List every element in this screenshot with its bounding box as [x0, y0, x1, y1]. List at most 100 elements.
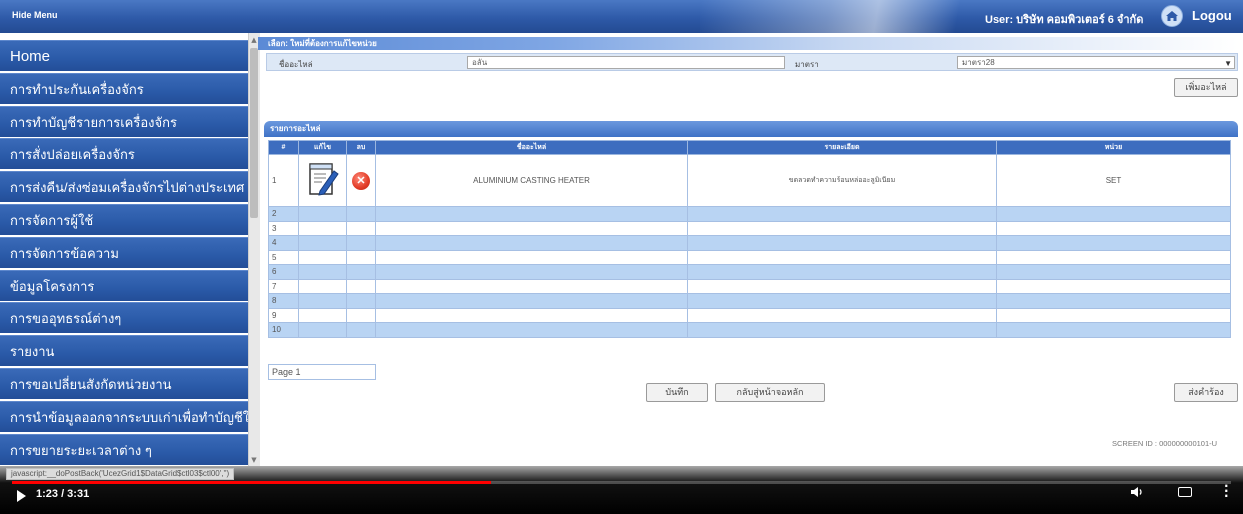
row-name	[375, 307, 688, 323]
play-icon[interactable]	[14, 488, 28, 502]
row-name	[375, 206, 688, 222]
hide-menu-link[interactable]: Hide Menu	[12, 10, 58, 20]
sidebar-item-9[interactable]: รายงาน	[0, 335, 258, 367]
sidebar-item-2[interactable]: การทำบัญชีรายการเครื่องจักร	[0, 105, 258, 137]
sidebar-item-4[interactable]: การส่งคืน/ส่งซ่อมเครื่องจักรไปต่างประเทศ	[0, 171, 258, 203]
table-row: 1 ✕ ALUMINIUM CASTING HEATER ขดลวดทำความร้อ…	[268, 154, 1231, 207]
sidebar-item-6[interactable]: การจัดการข้อความ	[0, 236, 258, 268]
video-progress-fill	[12, 481, 492, 484]
home-icon[interactable]	[1161, 5, 1183, 27]
row-detail	[687, 264, 997, 280]
list-panel-title: รายการอะไหล่	[264, 121, 1238, 137]
table-row: 2	[268, 206, 1231, 222]
sidebar-item-12[interactable]: การขยายระยะเวลาต่าง ๆ	[0, 433, 258, 465]
row-number: 3	[268, 220, 299, 236]
sidebar-scroll-thumb[interactable]	[250, 48, 258, 218]
back-to-main-button[interactable]: กลับสู่หน้าจอหลัก	[715, 383, 825, 402]
sidebar-item-0[interactable]: Home	[0, 40, 258, 71]
row-edit-cell	[298, 307, 347, 323]
table-row: 3	[268, 220, 1231, 236]
table-row: 5	[268, 249, 1231, 265]
col-header-detail[interactable]: รายละเอียด	[687, 140, 997, 155]
row-edit-cell	[298, 278, 347, 294]
row-number: 7	[268, 278, 299, 294]
pager[interactable]: Page 1	[268, 364, 376, 380]
screen-id: SCREEN ID : 000000000101-U	[1112, 439, 1218, 448]
chevron-down-icon: ▼	[1224, 59, 1232, 68]
name-label: ชื่ออะไหล่	[279, 60, 313, 69]
row-delete-cell	[346, 249, 376, 265]
table-row: 10	[268, 322, 1231, 338]
sidebar-item-5[interactable]: การจัดการผู้ใช้	[0, 203, 258, 235]
standard-spacer	[791, 56, 951, 69]
scroll-up-icon[interactable]: ▲	[250, 36, 258, 44]
row-name	[375, 264, 688, 280]
table-row: 4	[268, 235, 1231, 251]
video-time: 1:23 / 3:31	[36, 488, 90, 500]
row-detail: ขดลวดทำความร้อนหล่ออะลูมิเนียม	[687, 154, 997, 207]
sidebar-menu: Home การทำประกันเครื่องจักร การทำบัญชีรายก…	[0, 40, 258, 466]
row-delete-cell: ✕	[346, 154, 376, 207]
parts-table: # แก้ไข ลบ ชื่ออะไหล่ รายละเอียด หน่วย 1…	[268, 140, 1231, 338]
name-input[interactable]: อลัน	[467, 56, 785, 69]
row-name: ALUMINIUM CASTING HEATER	[375, 154, 688, 207]
row-number: 8	[268, 293, 299, 309]
row-name	[375, 278, 688, 294]
sidebar-item-8[interactable]: การขออุทธรณ์ต่างๆ	[0, 302, 258, 334]
standard-select-value: มาตรา28	[962, 58, 995, 67]
col-header-unit[interactable]: หน่วย	[996, 140, 1231, 155]
row-number: 1	[268, 154, 299, 207]
user-label: User: บริษัท คอมพิวเตอร์ 6 จำกัด	[985, 14, 1144, 26]
row-delete-cell	[346, 206, 376, 222]
edit-icon[interactable]	[306, 161, 340, 199]
row-unit	[996, 206, 1231, 222]
row-detail	[687, 220, 997, 236]
row-unit	[996, 264, 1231, 280]
volume-icon[interactable]	[1130, 486, 1144, 501]
delete-icon[interactable]: ✕	[352, 171, 370, 190]
row-name	[375, 293, 688, 309]
col-header-name[interactable]: ชื่ออะไหล่	[375, 140, 688, 155]
sidebar-item-1[interactable]: การทำประกันเครื่องจักร	[0, 72, 258, 104]
row-unit	[996, 293, 1231, 309]
row-edit-cell	[298, 249, 347, 265]
table-row: 6	[268, 264, 1231, 280]
row-detail	[687, 322, 997, 338]
table-row: 7	[268, 278, 1231, 294]
save-button[interactable]: บันทึก	[646, 383, 708, 402]
row-delete-cell	[346, 322, 376, 338]
scroll-down-icon[interactable]: ▼	[250, 456, 258, 464]
row-unit	[996, 235, 1231, 251]
logout-link[interactable]: Logou	[1192, 8, 1232, 23]
row-number: 2	[268, 206, 299, 222]
video-progress-track[interactable]	[12, 481, 1231, 484]
sidebar-item-11[interactable]: การนำข้อมูลออกจากระบบเก่าเพื่อทำบัญชีใ	[0, 400, 258, 432]
more-options-icon[interactable]: · · ·	[1224, 480, 1229, 502]
row-detail	[687, 278, 997, 294]
row-name	[375, 235, 688, 251]
standard-select[interactable]: มาตรา28 ▼	[957, 56, 1235, 69]
row-delete-cell	[346, 220, 376, 236]
top-bar: Hide Menu User: บริษัท คอมพิวเตอร์ 6 จำก…	[0, 0, 1243, 33]
sidebar-item-10[interactable]: การขอเปลี่ยนสังกัดหน่วยงาน	[0, 367, 258, 399]
row-number: 4	[268, 235, 299, 251]
row-detail	[687, 235, 997, 251]
row-edit-cell	[298, 235, 347, 251]
row-detail	[687, 293, 997, 309]
row-name	[375, 322, 688, 338]
sidebar-item-3[interactable]: การสั่งปล่อยเครื่องจักร	[0, 138, 258, 170]
add-part-button[interactable]: เพิ่มอะไหล่	[1174, 78, 1238, 97]
col-header-edit: แก้ไข	[298, 140, 347, 155]
row-delete-cell	[346, 264, 376, 280]
search-row: ชื่ออะไหล่ อลัน มาตรา มาตรา28 ▼	[266, 53, 1238, 71]
row-name	[375, 249, 688, 265]
row-edit-cell	[298, 154, 347, 207]
row-delete-cell	[346, 235, 376, 251]
row-unit	[996, 249, 1231, 265]
submit-request-button[interactable]: ส่งคำร้อง	[1174, 383, 1238, 402]
row-unit	[996, 307, 1231, 323]
sidebar-item-7[interactable]: ข้อมูลโครงการ	[0, 269, 258, 301]
row-delete-cell	[346, 278, 376, 294]
row-unit	[996, 322, 1231, 338]
captions-icon[interactable]	[1178, 487, 1192, 497]
